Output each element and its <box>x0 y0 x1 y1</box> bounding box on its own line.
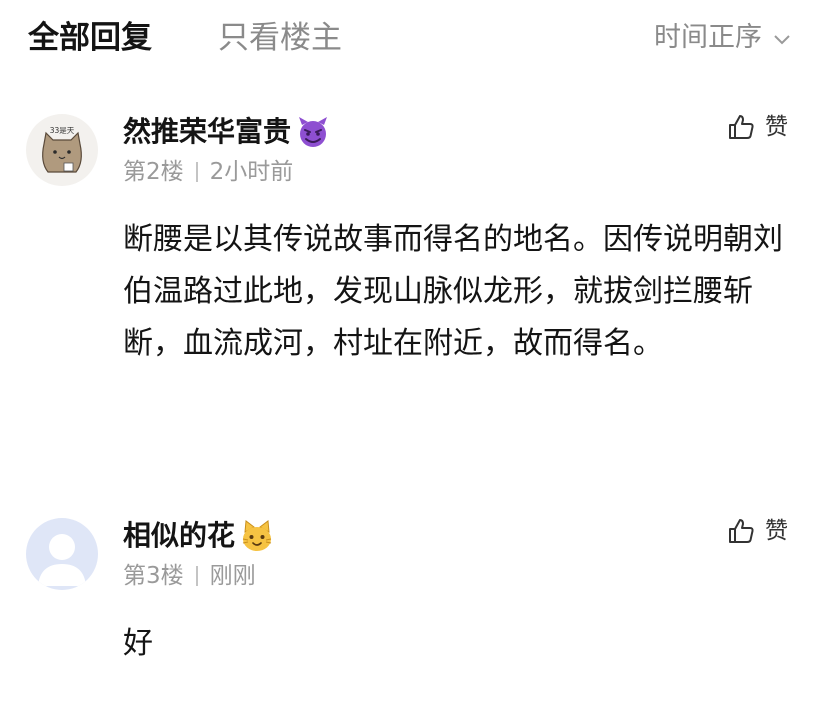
avatar[interactable]: 33是天 <box>26 114 98 186</box>
tab-all-replies[interactable]: 全部回复 <box>28 16 152 60</box>
reply-item: 33是天 然推荣华富贵 第2楼 2小时前 赞 断腰是以其传说故事而得名的地名。因… <box>0 100 818 430</box>
reply-meta: 第3楼 刚刚 <box>123 560 256 592</box>
meta-divider <box>195 162 198 182</box>
cat-face-emoji-icon <box>239 518 275 554</box>
thumbs-up-icon <box>727 113 755 141</box>
meta-divider <box>195 566 198 586</box>
like-button[interactable]: 赞 <box>727 516 788 546</box>
chevron-down-icon <box>772 31 792 45</box>
username-row: 相似的花 <box>123 516 275 556</box>
like-button[interactable]: 赞 <box>727 112 788 142</box>
reply-item: 相似的花 第3楼 刚刚 赞 好 <box>0 500 818 700</box>
sort-label: 时间正序 <box>654 22 762 53</box>
reply-meta: 第2楼 2小时前 <box>123 156 293 188</box>
reply-content: 好 <box>123 626 153 661</box>
reply-time: 2小时前 <box>209 159 294 185</box>
like-label: 赞 <box>765 114 788 140</box>
username[interactable]: 相似的花 <box>123 516 235 556</box>
reply-header: 全部回复 只看楼主 时间正序 <box>0 0 818 80</box>
smiling-devil-emoji-icon <box>295 114 331 150</box>
sort-dropdown[interactable]: 时间正序 <box>654 18 792 58</box>
floor-number: 第3楼 <box>123 563 184 589</box>
avatar-text: 33是天 <box>50 126 75 135</box>
thumbs-up-icon <box>727 517 755 545</box>
like-label: 赞 <box>765 518 788 544</box>
username[interactable]: 然推荣华富贵 <box>123 112 291 152</box>
reply-time: 刚刚 <box>209 563 256 589</box>
reply-content: 断腰是以其传说故事而得名的地名。因传说明朝刘伯温路过此地，发现山脉似龙形，就拔剑… <box>123 222 783 361</box>
avatar[interactable] <box>26 518 98 590</box>
tab-op-only[interactable]: 只看楼主 <box>218 16 342 60</box>
floor-number: 第2楼 <box>123 159 184 185</box>
username-row: 然推荣华富贵 <box>123 112 331 152</box>
